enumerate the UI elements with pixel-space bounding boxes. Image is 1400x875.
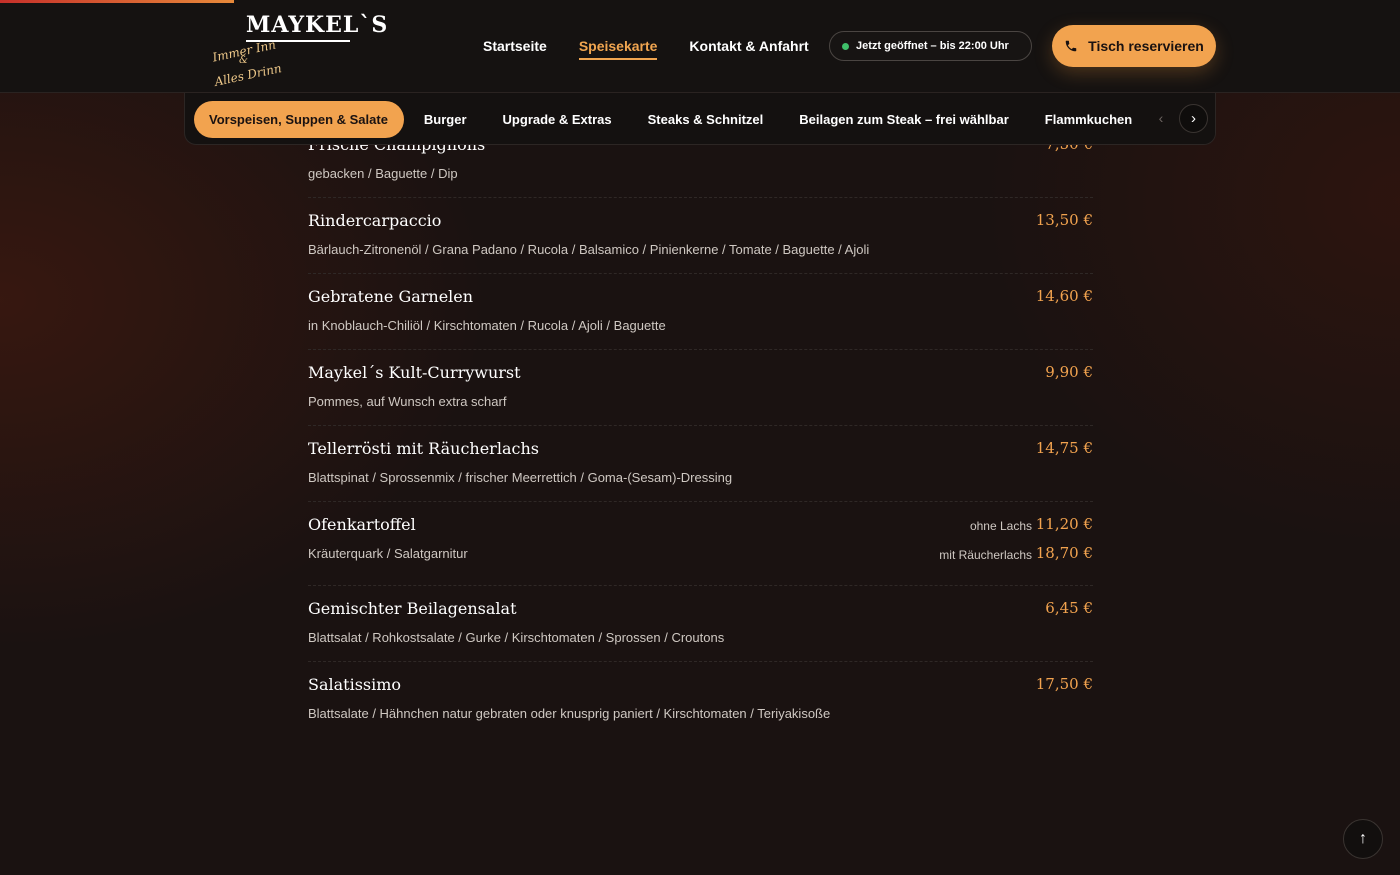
open-status-dot-icon	[842, 42, 849, 50]
menu-item: Rindercarpaccio Bärlauch-Zitronenöl / Gr…	[308, 198, 1093, 274]
menu-item-name: Tellerrösti mit Räucherlachs	[308, 439, 539, 458]
opening-status-badge: Jetzt geöffnet – bis 22:00 Uhr	[829, 31, 1032, 61]
menu-item-price: 17,50 €	[1035, 675, 1093, 693]
main-navigation: Startseite Speisekarte Kontakt & Anfahrt	[483, 36, 809, 60]
reserve-table-label: Tisch reservieren	[1088, 38, 1204, 54]
menu-item-name: Gemischter Beilagensalat	[308, 599, 517, 618]
menu-item-description: Bärlauch-Zitronenöl / Grana Padano / Ruc…	[308, 242, 870, 257]
menu-item-description: in Knoblauch-Chiliöl / Kirschtomaten / R…	[308, 318, 666, 333]
menu-item: Gemischter Beilagensalat Blattsalat / Ro…	[308, 586, 1093, 662]
scroll-progress-bar	[0, 0, 234, 3]
nav-link-kontakt-anfahrt[interactable]: Kontakt & Anfahrt	[689, 36, 808, 60]
reserve-table-button[interactable]: Tisch reservieren	[1052, 25, 1216, 67]
menu-item-price: 13,50 €	[1035, 211, 1093, 229]
arrow-up-icon: ↑	[1359, 830, 1367, 847]
menu-item-name: Ofenkartoffel	[308, 515, 416, 534]
menu-item-variant-label: mit Räucherlachs	[939, 548, 1032, 562]
menu-item-name: Maykel´s Kult-Currywurst	[308, 363, 521, 382]
phone-icon	[1065, 40, 1077, 52]
menu-item-description: Blattsalate / Hähnchen natur gebraten od…	[308, 706, 831, 721]
menu-item: Ofenkartoffel Kräuterquark / Salatgarnit…	[308, 502, 1093, 586]
menu-item-price: 9,90 €	[1045, 363, 1093, 381]
chevron-right-icon[interactable]: ›	[1179, 104, 1208, 133]
category-tab-upgrade-extras[interactable]: Upgrade & Extras	[488, 101, 628, 138]
menu-item: Salatissimo Blattsalate / Hähnchen natur…	[308, 662, 1093, 738]
back-to-top-button[interactable]: ↑	[1343, 819, 1383, 859]
menu-item-description: Pommes, auf Wunsch extra scharf	[308, 394, 507, 409]
logo-tagline-2: &	[239, 55, 248, 66]
menu-item: Tellerrösti mit Räucherlachs Blattspinat…	[308, 426, 1093, 502]
menu-item-description: Blattspinat / Sprossenmix / frischer Mee…	[308, 470, 733, 485]
menu-item-price: 14,60 €	[1035, 287, 1093, 305]
menu-item-name: Gebratene Garnelen	[308, 287, 474, 306]
menu-item-price: 6,45 €	[1045, 599, 1093, 617]
category-tab-steaks-schnitzel[interactable]: Steaks & Schnitzel	[633, 101, 780, 138]
site-logo[interactable]: MAYKEL`S Immer Inn & Alles Drinn	[210, 10, 387, 90]
category-tab-beilagen[interactable]: Beilagen zum Steak – frei wählbar	[784, 101, 1025, 138]
menu-item: Maykel´s Kult-Currywurst Pommes, auf Wun…	[308, 350, 1093, 426]
category-tabs-track: Vorspeisen, Suppen & Salate Burger Upgra…	[194, 101, 1199, 138]
menu-item-variant-label: ohne Lachs	[969, 519, 1032, 533]
logo-title: MAYKEL`S	[246, 12, 389, 38]
menu-item-description: Blattsalat / Rohkostsalate / Gurke / Kir…	[308, 630, 725, 645]
category-tab-vorspeisen[interactable]: Vorspeisen, Suppen & Salate	[194, 101, 404, 138]
nav-link-speisekarte[interactable]: Speisekarte	[578, 36, 657, 60]
menu-item-description: Kräuterquark / Salatgarnitur	[308, 546, 468, 561]
menu-item-variant-price: 18,70 €	[1035, 544, 1093, 562]
menu-item-name: Salatissimo	[308, 675, 402, 694]
menu-item-name: Rindercarpaccio	[308, 211, 442, 230]
menu-list: Frische Champignons gebacken / Baguette …	[308, 120, 1093, 738]
nav-link-startseite[interactable]: Startseite	[483, 36, 547, 60]
menu-item-variant-price: 11,20 €	[1035, 515, 1093, 533]
category-tabs-bar: Vorspeisen, Suppen & Salate Burger Upgra…	[184, 93, 1216, 145]
logo-tagline-3: Alles Drinn	[213, 61, 283, 89]
menu-item: Gebratene Garnelen in Knoblauch-Chiliöl …	[308, 274, 1093, 350]
category-tab-burger[interactable]: Burger	[409, 101, 483, 138]
menu-item-description: gebacken / Baguette / Dip	[308, 166, 458, 181]
chevron-left-icon[interactable]: ‹	[1149, 106, 1173, 130]
menu-item-price: 14,75 €	[1035, 439, 1093, 457]
opening-status-text: Jetzt geöffnet – bis 22:00 Uhr	[856, 40, 1009, 52]
site-header: MAYKEL`S Immer Inn & Alles Drinn Startse…	[0, 0, 1400, 93]
